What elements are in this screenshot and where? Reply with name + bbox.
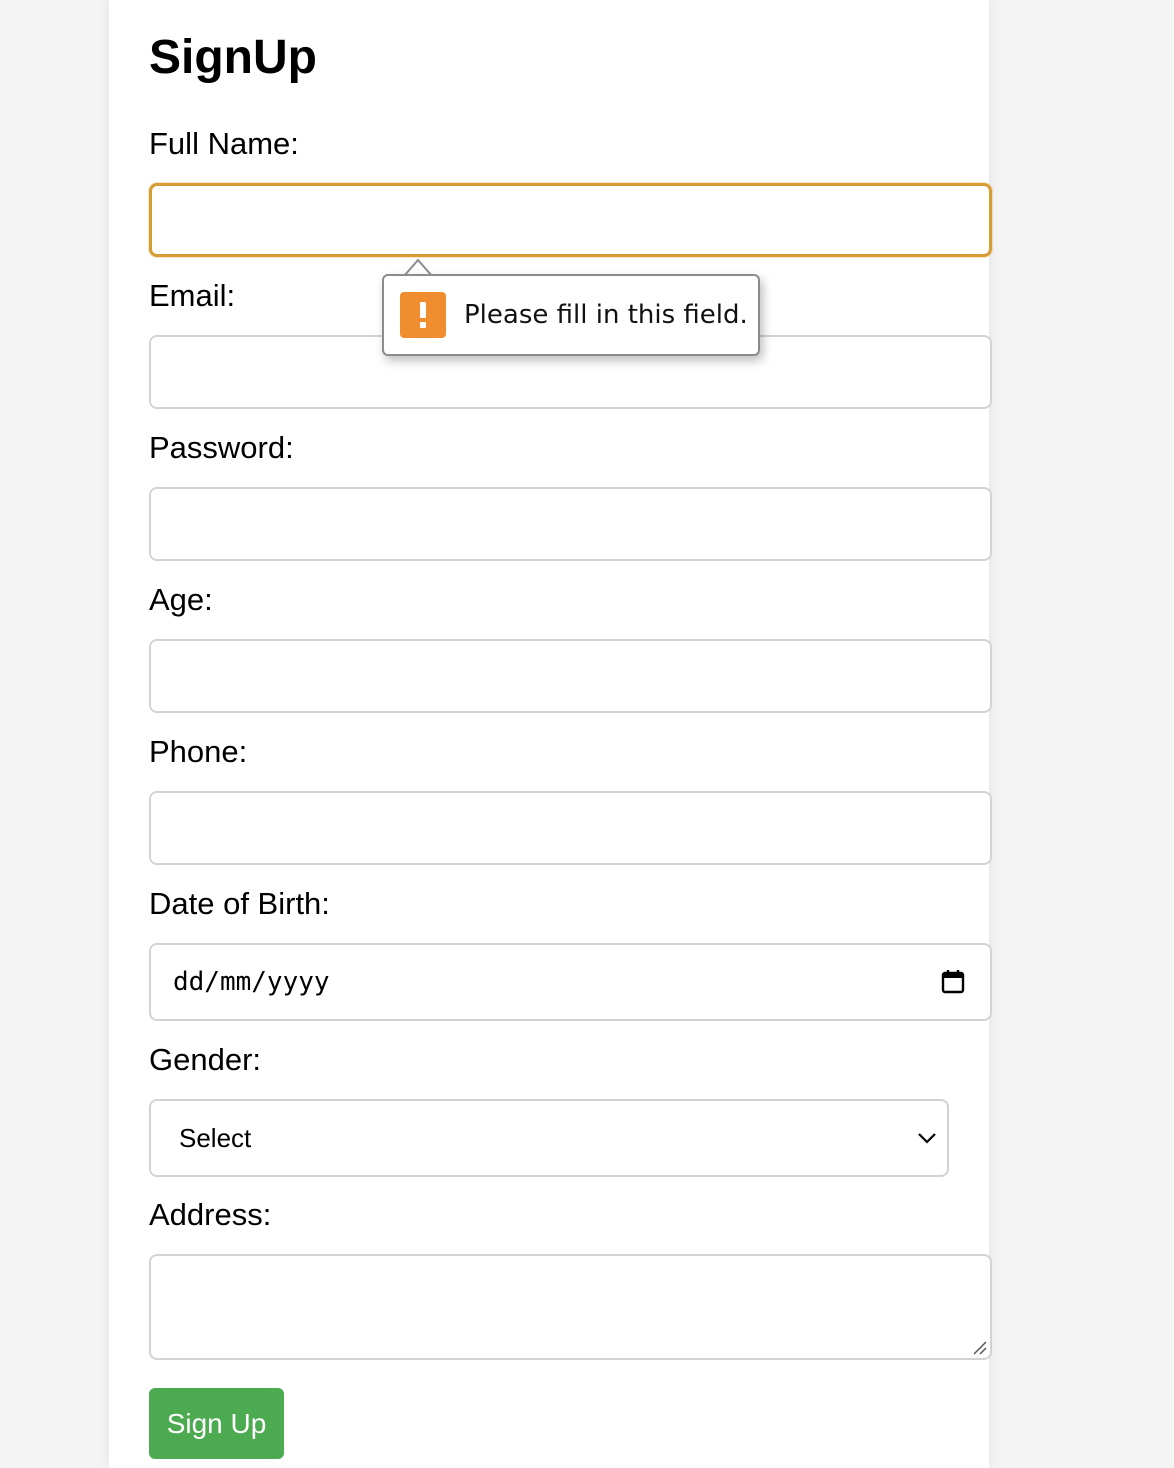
- phone-input[interactable]: [149, 791, 992, 865]
- chevron-down-icon: [913, 1124, 941, 1152]
- dob-label: Date of Birth:: [149, 886, 330, 921]
- dob-input[interactable]: dd/mm/yyyy: [149, 943, 992, 1021]
- warning-icon: [400, 292, 446, 338]
- age-input[interactable]: [149, 639, 992, 713]
- gender-selected-value: Select: [179, 1122, 252, 1153]
- phone-label: Phone:: [149, 734, 248, 769]
- gender-select[interactable]: Select: [149, 1099, 949, 1177]
- calendar-icon[interactable]: [938, 967, 968, 997]
- full-name-input[interactable]: [149, 183, 992, 257]
- sign-up-button[interactable]: Sign Up: [149, 1388, 284, 1459]
- password-label: Password:: [149, 430, 294, 465]
- full-name-label: Full Name:: [149, 126, 299, 161]
- gender-label: Gender:: [149, 1042, 262, 1077]
- resize-handle-icon[interactable]: [970, 1338, 988, 1356]
- address-label: Address:: [149, 1197, 272, 1232]
- email-label: Email:: [149, 278, 236, 313]
- page-title: SignUp: [149, 31, 317, 84]
- age-label: Age:: [149, 582, 213, 617]
- validation-tooltip: Please fill in this field.: [382, 274, 760, 356]
- password-input[interactable]: [149, 487, 992, 561]
- validation-message: Please fill in this field.: [464, 300, 748, 330]
- dob-placeholder: dd/mm/yyyy: [173, 967, 330, 997]
- address-textarea[interactable]: [149, 1254, 992, 1360]
